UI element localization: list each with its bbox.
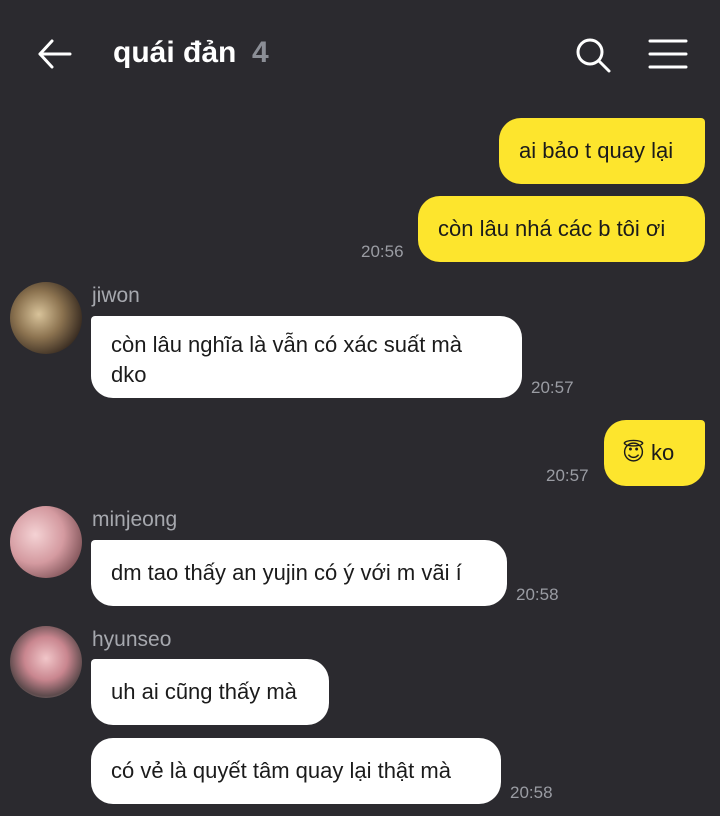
back-button[interactable] [30, 30, 78, 78]
avatar-hyunseo[interactable] [10, 626, 82, 698]
back-arrow-icon [38, 39, 72, 69]
incoming-message[interactable]: uh ai cũng thấy mà [91, 659, 329, 725]
menu-icon [648, 39, 688, 69]
message-text: ko [650, 440, 675, 465]
message-time: 20:58 [516, 585, 559, 604]
chat-title: quái đản [113, 36, 237, 69]
incoming-message[interactable]: dm tao thấy an yujin có ý với m vãi í [91, 540, 507, 606]
incoming-message[interactable]: có vẻ là quyết tâm quay lại thật mà [91, 738, 501, 804]
search-button[interactable] [570, 32, 616, 78]
message-text: có vẻ là quyết tâm quay lại thật mà [111, 758, 451, 783]
outgoing-message[interactable]: ai bảo t quay lại [499, 118, 705, 184]
sender-name: hyunseo [92, 628, 172, 651]
message-text: ai bảo t quay lại [519, 138, 674, 163]
message-time: 20:57 [546, 466, 589, 485]
smiling-halo-emoji: 😇 [622, 440, 645, 465]
message-text: còn lâu nhá các b tôi ơi [438, 216, 666, 241]
outgoing-message[interactable]: 😇 ko [604, 420, 705, 486]
message-time: 20:58 [510, 783, 553, 802]
chat-screen: quái đản 4 ai bảo t quay lại còn lâu nhá… [0, 0, 720, 816]
menu-button[interactable] [644, 32, 692, 78]
avatar-jiwon[interactable] [10, 282, 82, 354]
message-time: 20:57 [531, 378, 574, 397]
incoming-message[interactable]: còn lâu nghĩa là vẫn có xác suất mà dko [91, 316, 522, 398]
avatar-minjeong[interactable] [10, 506, 82, 578]
message-text: dm tao thấy an yujin có ý với m vãi í [111, 560, 462, 585]
member-count: 4 [252, 36, 269, 69]
sender-name: minjeong [92, 508, 178, 531]
search-icon [576, 38, 611, 73]
message-time: 20:56 [361, 242, 404, 261]
outgoing-message[interactable]: còn lâu nhá các b tôi ơi [418, 196, 705, 262]
message-text: còn lâu nghĩa là vẫn có xác suất mà dko [111, 332, 462, 387]
sender-name: jiwon [92, 284, 140, 307]
message-text: uh ai cũng thấy mà [111, 679, 297, 704]
chat-header: quái đản 4 [0, 0, 720, 108]
